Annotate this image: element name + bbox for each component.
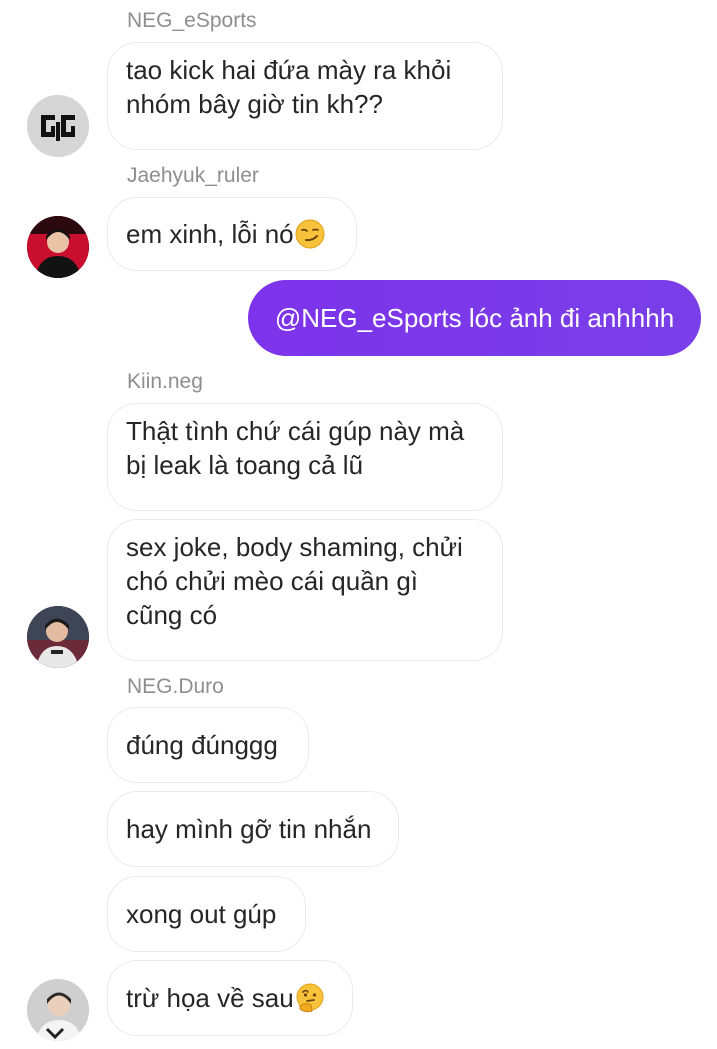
sender-name: NEG_eSports: [127, 9, 257, 32]
message-bubble[interactable]: Thật tình chứ cái gúp này mà bị leak là …: [107, 403, 503, 511]
message-text: xong out gúp: [126, 899, 277, 929]
message-text: sex joke, body shaming, chửi: [126, 532, 463, 562]
person-photo-icon: [27, 606, 89, 668]
message-text: cũng có: [126, 600, 218, 630]
message-bubble[interactable]: đúng đúnggg: [107, 707, 309, 783]
message-text: nhóm bây giờ tin kh??: [126, 89, 383, 119]
sender-name: NEG.Duro: [127, 675, 224, 698]
message-text: chó chửi mèo cái quần gì: [126, 566, 419, 596]
smirking-face-icon: [295, 219, 325, 249]
message-text: @NEG_eSports lóc ảnh đi anhhhh: [274, 302, 675, 333]
message-text: Thật tình chứ cái gúp này mà: [126, 416, 465, 446]
avatar-jaehyuk-ruler[interactable]: [27, 216, 89, 278]
avatar-kiin-neg[interactable]: [27, 606, 89, 668]
person-photo-icon: [27, 979, 89, 1041]
message-text: bị leak là toang cả lũ: [126, 450, 364, 480]
message-bubble[interactable]: tao kick hai đứa mày ra khỏi nhóm bây gi…: [107, 42, 503, 150]
message-bubble[interactable]: trừ họa về sau: [107, 960, 353, 1036]
sender-name: Jaehyuk_ruler: [127, 164, 259, 187]
avatar-neg-esports[interactable]: [27, 95, 89, 157]
thinking-face-icon: [296, 983, 324, 1013]
my-message-bubble[interactable]: @NEG_eSports lóc ảnh đi anhhhh: [248, 280, 701, 356]
gen-g-logo-icon: [27, 95, 89, 157]
message-text: em xinh, lỗi nó: [126, 219, 294, 249]
message-bubble[interactable]: hay mình gỡ tin nhắn: [107, 791, 399, 867]
person-photo-icon: [27, 216, 89, 278]
message-bubble[interactable]: sex joke, body shaming, chửi chó chửi mè…: [107, 519, 503, 661]
message-text: tao kick hai đứa mày ra khỏi: [126, 55, 452, 85]
message-text: trừ họa về sau: [126, 983, 294, 1013]
message-text: hay mình gỡ tin nhắn: [126, 814, 372, 844]
message-bubble[interactable]: xong out gúp: [107, 876, 306, 952]
sender-name: Kiin.neg: [127, 370, 203, 393]
message-bubble[interactable]: em xinh, lỗi nó: [107, 197, 357, 271]
message-text: đúng đúnggg: [126, 730, 278, 760]
avatar-neg-duro[interactable]: [27, 979, 89, 1041]
